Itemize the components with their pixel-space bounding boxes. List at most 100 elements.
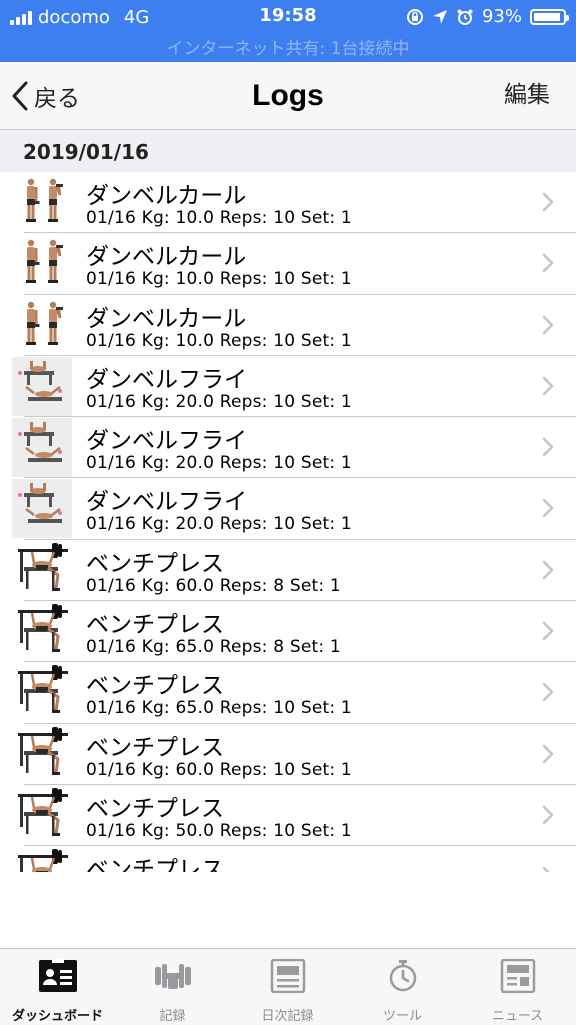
log-detail: 01/16 Kg: 50.0 Reps: 10 Set: 1 xyxy=(86,820,352,841)
log-row[interactable]: ベンチプレス 01/16 Kg: 50.0 Reps: 10 Set: 1 xyxy=(0,785,576,847)
status-bar: docomo 4G 19:58 93% インターネット共有: 1台接続中 xyxy=(0,0,576,62)
back-label: 戻る xyxy=(34,85,80,112)
exercise-name: ベンチプレス xyxy=(86,550,224,577)
exercise-name: ベンチプレス xyxy=(86,795,224,822)
log-row[interactable]: ベンチプレス 01/16 Kg: 60.0 Reps: 8 Set: 1 xyxy=(0,540,576,602)
exercise-thumbnail xyxy=(12,173,72,232)
log-detail: 01/16 Kg: 60.0 Reps: 8 Set: 1 xyxy=(86,575,341,596)
exercise-thumbnail xyxy=(12,847,72,872)
battery-percentage: 93% xyxy=(481,6,522,27)
log-detail: 01/16 Kg: 10.0 Reps: 10 Set: 1 xyxy=(86,208,352,228)
dumbbell-fly-icon xyxy=(12,479,72,539)
chevron-right-icon xyxy=(542,621,554,641)
edit-button[interactable]: 編集 xyxy=(504,62,550,129)
bench-press-icon xyxy=(18,604,68,653)
bench-press-icon xyxy=(18,726,68,775)
bench-press-icon xyxy=(18,665,68,714)
battery-icon xyxy=(530,8,569,25)
log-row[interactable]: ベンチプレス 01/16 Kg: 65.0 Reps: 8 Set: 1 xyxy=(0,601,576,663)
exercise-name: ダンベルカール xyxy=(86,244,247,271)
daily-log-icon xyxy=(230,959,345,993)
chevron-right-icon xyxy=(542,192,554,212)
bench-press-icon xyxy=(18,542,68,591)
alarm-icon xyxy=(457,9,473,25)
log-detail: 01/16 Kg: 20.0 Reps: 10 Set: 1 xyxy=(86,453,352,474)
stopwatch-icon xyxy=(345,959,460,993)
hotspot-banner[interactable]: インターネット共有: 1台接続中 xyxy=(0,34,576,59)
log-row[interactable]: ベンチプレス xyxy=(0,846,576,872)
chevron-right-icon xyxy=(542,744,554,763)
rotation-lock-icon xyxy=(406,8,423,25)
log-detail: 01/16 Kg: 65.0 Reps: 10 Set: 1 xyxy=(86,698,352,719)
log-row[interactable]: ダンベルフライ 01/16 Kg: 20.0 Reps: 10 Set: 1 xyxy=(0,478,576,541)
tab-stopwatch[interactable]: ツール xyxy=(345,949,460,1025)
dumbbell-curl-icon xyxy=(26,178,63,222)
log-list[interactable]: ダンベルカール 01/16 Kg: 10.0 Reps: 10 Set: 1 ダ… xyxy=(0,172,576,872)
tab-daily-log[interactable]: 日次記録 xyxy=(230,949,345,1025)
log-row[interactable]: ダンベルフライ 01/16 Kg: 20.0 Reps: 10 Set: 1 xyxy=(0,356,576,418)
log-detail: 01/16 Kg: 60.0 Reps: 10 Set: 1 xyxy=(86,759,352,780)
chevron-right-icon xyxy=(542,805,554,825)
chevron-right-icon xyxy=(542,560,554,580)
exercise-thumbnail xyxy=(12,725,72,784)
exercise-thumbnail xyxy=(12,602,72,661)
tab-dashboard[interactable]: ダッシュボード xyxy=(0,949,115,1025)
status-right: 93% xyxy=(406,6,569,27)
log-detail: 01/16 Kg: 20.0 Reps: 10 Set: 1 xyxy=(86,391,352,412)
exercise-name: ベンチプレス xyxy=(86,857,224,872)
exercise-thumbnail xyxy=(12,418,72,478)
exercise-name: ベンチプレス xyxy=(86,612,224,639)
location-arrow-icon xyxy=(432,9,447,24)
exercise-thumbnail xyxy=(12,479,72,539)
log-row[interactable]: ダンベルフライ 01/16 Kg: 20.0 Reps: 10 Set: 1 xyxy=(0,417,576,479)
exercise-name: ベンチプレス xyxy=(86,734,224,761)
log-detail: 01/16 Kg: 10.0 Reps: 10 Set: 1 xyxy=(86,269,352,290)
chevron-left-icon xyxy=(12,81,28,110)
dumbbell-icon xyxy=(115,959,230,993)
exercise-thumbnail xyxy=(12,786,72,845)
dumbbell-fly-icon xyxy=(12,356,72,416)
exercise-name: ダンベルフライ xyxy=(86,428,247,455)
exercise-name: ベンチプレス xyxy=(86,673,224,700)
dashboard-icon xyxy=(0,959,115,993)
chevron-right-icon xyxy=(542,376,554,396)
exercise-thumbnail xyxy=(12,356,72,416)
chevron-right-icon xyxy=(542,867,550,872)
dumbbell-curl-icon xyxy=(26,301,63,345)
tab-label: ダッシュボード xyxy=(11,1009,103,1024)
exercise-thumbnail xyxy=(12,663,72,722)
bench-press-icon xyxy=(18,849,68,872)
page-title: Logs xyxy=(252,79,324,112)
chevron-right-icon xyxy=(542,254,554,273)
log-row[interactable]: ダンベルカール 01/16 Kg: 10.0 Reps: 10 Set: 1 xyxy=(0,172,576,234)
dumbbell-curl-icon xyxy=(26,240,63,284)
exercise-name: ダンベルフライ xyxy=(86,366,247,393)
exercise-name: ダンベルカール xyxy=(86,183,247,209)
exercise-thumbnail xyxy=(12,296,72,355)
log-detail: 01/16 Kg: 10.0 Reps: 10 Set: 1 xyxy=(86,330,352,351)
log-row[interactable]: ダンベルカール 01/16 Kg: 10.0 Reps: 10 Set: 1 xyxy=(0,233,576,295)
tab-dumbbell[interactable]: 記録 xyxy=(115,949,230,1025)
back-button[interactable]: 戻る xyxy=(12,62,80,129)
chevron-right-icon xyxy=(542,683,554,702)
tab-label: 記録 xyxy=(159,1009,186,1024)
log-detail: 01/16 Kg: 20.0 Reps: 10 Set: 1 xyxy=(86,514,352,535)
exercise-name: ダンベルカール xyxy=(86,305,247,332)
news-icon xyxy=(460,959,575,993)
exercise-name: ダンベルフライ xyxy=(86,489,247,516)
tab-label: 日次記録 xyxy=(261,1009,314,1024)
log-detail: 01/16 Kg: 65.0 Reps: 8 Set: 1 xyxy=(86,637,341,658)
section-header-date: 2019/01/16 xyxy=(0,130,576,172)
chevron-right-icon xyxy=(542,315,554,334)
tab-news[interactable]: ニュース xyxy=(460,949,575,1025)
log-row[interactable]: ベンチプレス 01/16 Kg: 65.0 Reps: 10 Set: 1 xyxy=(0,662,576,724)
dumbbell-fly-icon xyxy=(12,418,72,478)
bench-press-icon xyxy=(18,787,68,836)
tab-bar: ダッシュボード 記録 日次記録 ツール ニュース xyxy=(0,948,576,1025)
chevron-right-icon xyxy=(542,499,554,518)
exercise-thumbnail xyxy=(12,541,72,600)
log-row[interactable]: ダンベルカール 01/16 Kg: 10.0 Reps: 10 Set: 1 xyxy=(0,295,576,357)
chevron-right-icon xyxy=(542,437,554,457)
log-row[interactable]: ベンチプレス 01/16 Kg: 60.0 Reps: 10 Set: 1 xyxy=(0,724,576,786)
tab-label: ニュース xyxy=(491,1009,544,1024)
